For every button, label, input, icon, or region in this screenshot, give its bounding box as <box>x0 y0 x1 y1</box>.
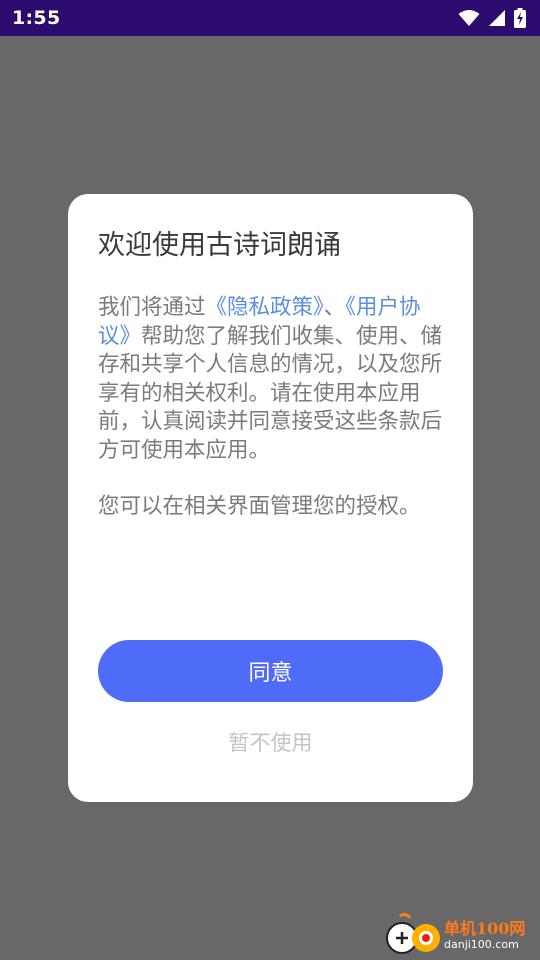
consent-text-suffix: 帮助您了解我们收集、使用、储存和共享个人信息的情况，以及您所享有的相关权利。请在… <box>98 323 443 463</box>
authorization-note: 您可以在相关界面管理您的授权。 <box>98 494 421 519</box>
status-bar: 1:55 <box>0 0 540 36</box>
privacy-policy-link[interactable]: 《隐私政策》 <box>206 295 324 320</box>
privacy-consent-dialog: 欢迎使用古诗词朗诵 我们将通过《隐私政策》、《用户协议》帮助您了解我们收集、使用… <box>68 194 473 802</box>
watermark-logo-icon <box>386 912 440 954</box>
dialog-title: 欢迎使用古诗词朗诵 <box>98 230 341 261</box>
status-icons <box>458 8 526 28</box>
watermark: 单机100网 danji100.com <box>386 912 536 958</box>
dialog-body: 我们将通过《隐私政策》、《用户协议》帮助您了解我们收集、使用、储存和共享个人信息… <box>98 294 448 522</box>
status-time: 1:55 <box>12 7 61 29</box>
battery-charging-icon <box>514 8 526 28</box>
wifi-icon <box>458 10 480 26</box>
decline-button[interactable]: 暂不使用 <box>98 724 443 760</box>
watermark-name: 单机100网 <box>444 918 526 938</box>
link-separator: 、 <box>323 295 346 320</box>
consent-paragraph: 我们将通过《隐私政策》、《用户协议》帮助您了解我们收集、使用、储存和共享个人信息… <box>98 294 448 465</box>
watermark-text: 单机100网 danji100.com <box>444 919 525 952</box>
watermark-url: danji100.com <box>444 937 519 951</box>
cellular-signal-icon <box>489 10 505 26</box>
agree-button[interactable]: 同意 <box>98 640 443 702</box>
consent-text-prefix: 我们将通过 <box>98 295 206 320</box>
